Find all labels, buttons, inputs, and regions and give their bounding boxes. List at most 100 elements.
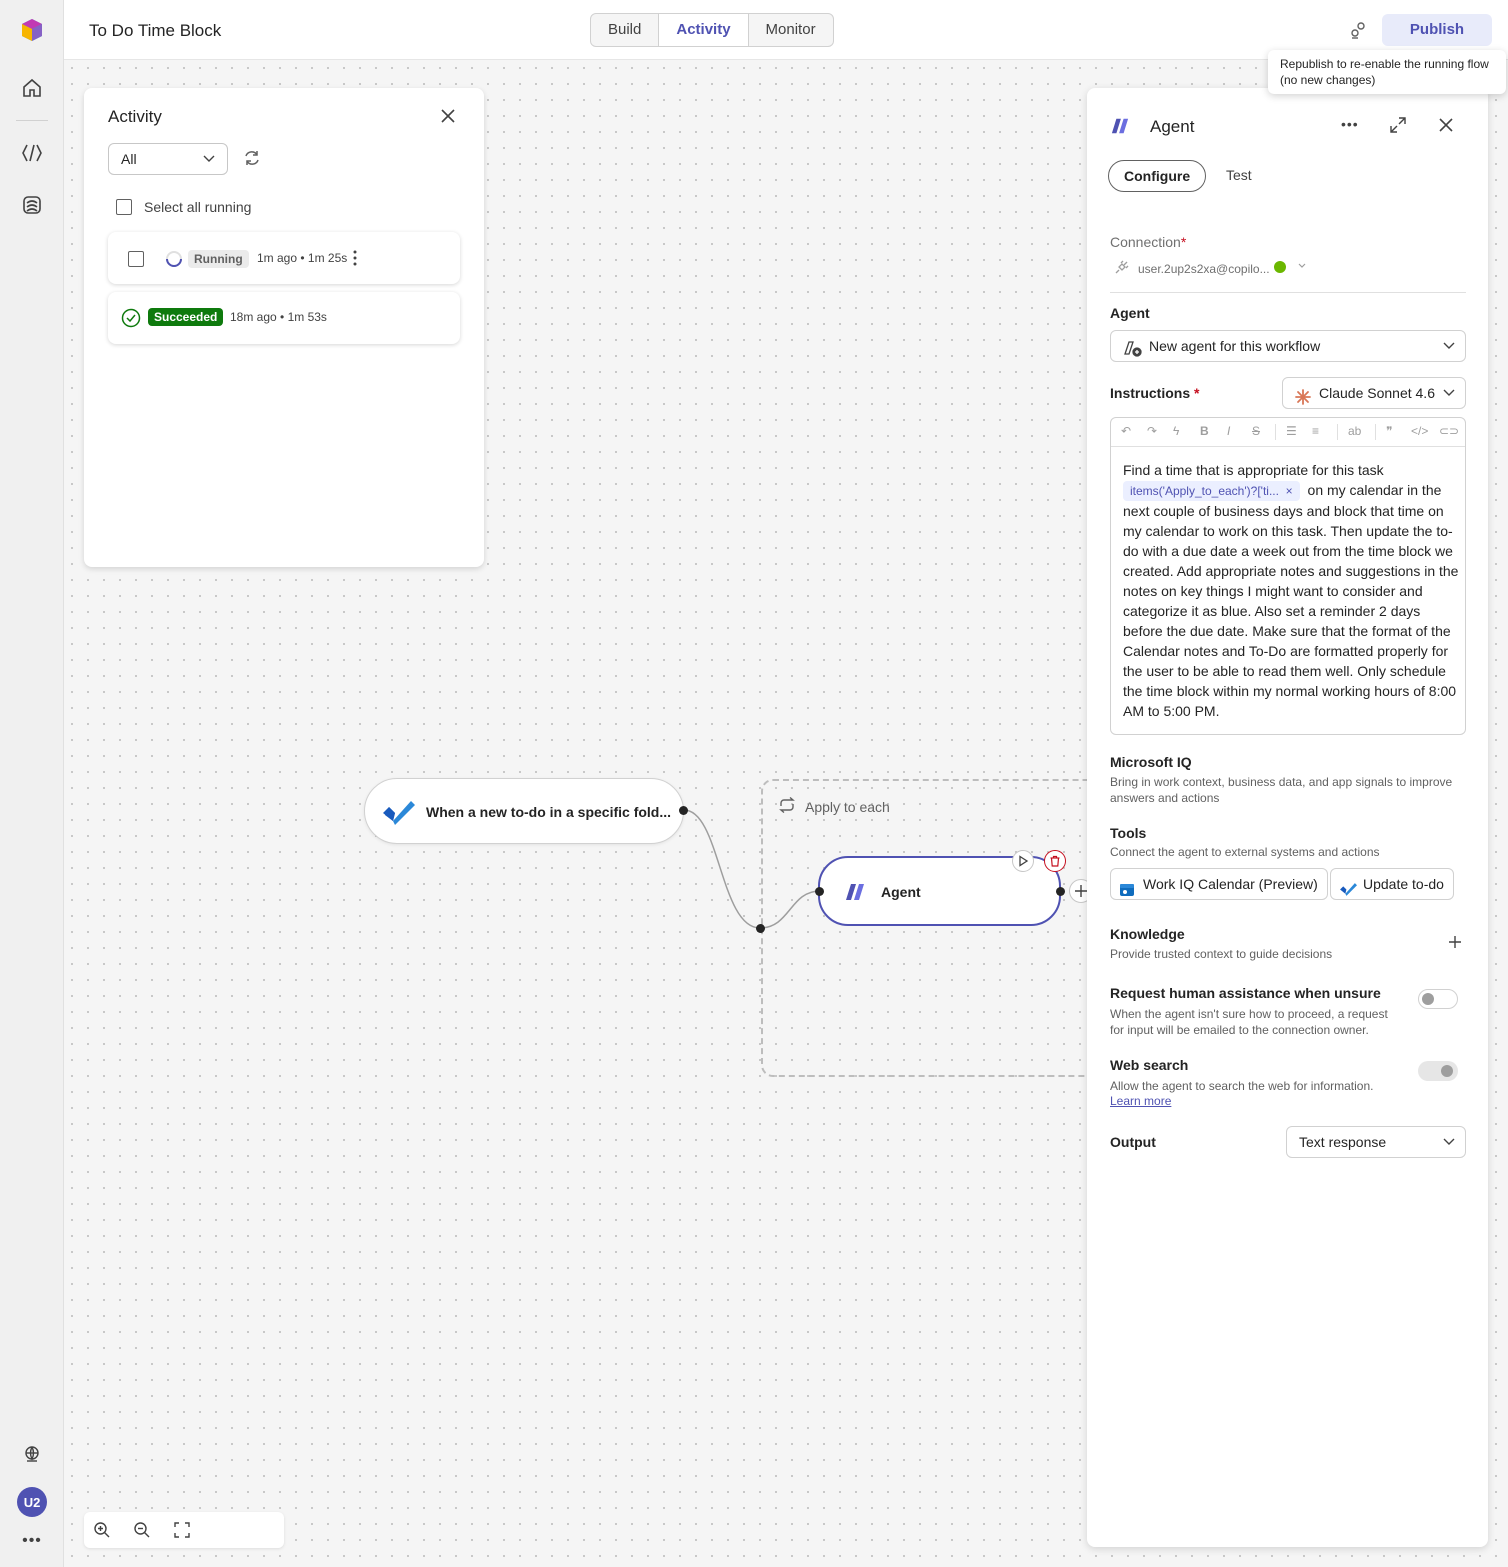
human-assist-label: Request human assistance when unsure	[1110, 985, 1381, 1001]
instructions-label: Instructions *	[1110, 385, 1200, 401]
toolbar-divider	[1337, 424, 1338, 440]
toolbar-divider	[1375, 424, 1376, 440]
agent-select[interactable]: New agent for this workflow	[1110, 330, 1466, 362]
bold-icon[interactable]: B	[1200, 424, 1209, 438]
plug-icon	[1114, 259, 1130, 280]
run-meta: 1m ago • 1m 25s	[257, 251, 348, 265]
web-search-desc: Allow the agent to search the web for in…	[1110, 1079, 1374, 1093]
expand-icon[interactable]	[1389, 116, 1407, 139]
run-checkbox[interactable]	[128, 251, 144, 267]
todo-check-icon	[381, 797, 415, 832]
chevron-down-icon	[203, 144, 215, 184]
agent-output-port[interactable]	[1056, 887, 1065, 896]
toggle-knob	[1422, 993, 1434, 1005]
fit-view-icon[interactable]	[173, 1521, 191, 1544]
calendar-icon	[1119, 877, 1135, 907]
tab-test[interactable]: Test	[1211, 160, 1267, 192]
claude-logo-icon	[1295, 385, 1311, 415]
run-item-succeeded[interactable]: Succeeded 18m ago • 1m 53s	[108, 292, 460, 344]
apply-to-each-container[interactable]: Apply to each	[761, 779, 1121, 1077]
delete-node-button[interactable]	[1044, 850, 1066, 872]
run-item-running[interactable]: Running 1m ago • 1m 25s	[108, 232, 460, 284]
check-circle-icon	[121, 308, 141, 333]
instructions-text: Find a time that is appropriate for this…	[1123, 460, 1459, 721]
trigger-output-port[interactable]	[679, 806, 688, 815]
knowledge-desc: Provide trusted context to guide decisio…	[1110, 947, 1333, 961]
connection-account[interactable]: user.2up2s2xa@copilo...	[1138, 262, 1270, 276]
apply-to-each-label: Apply to each	[805, 799, 890, 815]
tool-chip-label: Work IQ Calendar (Preview)	[1143, 876, 1318, 892]
select-all-label: Select all running	[144, 199, 252, 215]
instructions-text-rest: on my calendar in the next couple of bus…	[1123, 482, 1459, 719]
close-icon[interactable]	[1437, 116, 1455, 139]
select-all-checkbox[interactable]	[116, 199, 132, 215]
more-vertical-icon[interactable]	[352, 249, 358, 272]
tool-chip-update-todo[interactable]: Update to-do	[1330, 868, 1454, 900]
human-assist-desc: When the agent isn't sure how to proceed…	[1110, 1007, 1388, 1037]
zoom-controls	[84, 1512, 284, 1548]
quote-icon[interactable]: ❞	[1386, 424, 1392, 438]
zoom-in-icon[interactable]	[93, 1521, 111, 1544]
microsoft-iq-desc: Bring in work context, business data, an…	[1110, 775, 1453, 805]
more-options-icon[interactable]: •••	[1341, 116, 1359, 132]
status-badge: Running	[188, 250, 249, 268]
loading-spinner-icon	[164, 249, 184, 274]
toggle-knob	[1441, 1065, 1453, 1077]
plus-icon	[1075, 885, 1087, 897]
add-knowledge-icon[interactable]	[1448, 935, 1462, 954]
loop-input-port[interactable]	[756, 924, 765, 933]
run-node-button[interactable]	[1012, 850, 1034, 872]
italic-icon[interactable]: I	[1227, 424, 1230, 438]
output-label: Output	[1110, 1134, 1156, 1150]
web-search-toggle[interactable]	[1418, 1061, 1458, 1081]
chevron-down-icon	[1443, 331, 1455, 371]
status-filter-dropdown[interactable]: All	[108, 143, 228, 175]
new-agent-icon	[1123, 338, 1143, 368]
refresh-icon[interactable]	[242, 148, 262, 173]
link-icon[interactable]: ⊂⊃	[1439, 424, 1459, 438]
instructions-editor[interactable]: ↶ ↷ ϟ B I S ☰ ≡ ab ❞ </> ⊂⊃ Find a time …	[1110, 417, 1466, 735]
strikethrough-icon[interactable]: S	[1252, 424, 1260, 438]
output-select-value: Text response	[1299, 1134, 1387, 1150]
model-select[interactable]: Claude Sonnet 4.6	[1282, 377, 1466, 409]
divider	[1110, 292, 1466, 293]
undo-icon[interactable]: ↶	[1121, 424, 1131, 438]
chevron-down-icon[interactable]	[1297, 259, 1307, 278]
connection-label: Connection*	[1110, 234, 1187, 250]
todo-check-icon	[1339, 877, 1357, 907]
status-badge: Succeeded	[148, 308, 224, 326]
trigger-node[interactable]: When a new to-do in a specific fold...	[364, 778, 684, 844]
editor-toolbar: ↶ ↷ ϟ B I S ☰ ≡ ab ❞ </> ⊂⊃	[1111, 418, 1465, 447]
output-select[interactable]: Text response	[1286, 1126, 1466, 1158]
loop-icon	[778, 796, 796, 818]
learn-more-link[interactable]: Learn more	[1110, 1094, 1171, 1108]
bullet-list-icon[interactable]: ☰	[1286, 424, 1297, 438]
spellcheck-icon[interactable]: ab	[1348, 424, 1361, 438]
instructions-text-start: Find a time that is appropriate for this…	[1123, 462, 1384, 478]
code-icon[interactable]: </>	[1411, 424, 1428, 438]
activity-panel-title: Activity	[108, 107, 162, 126]
tools-label: Tools	[1110, 825, 1147, 841]
lightning-icon[interactable]: ϟ	[1173, 424, 1179, 438]
tool-chip-label: Update to-do	[1363, 876, 1444, 892]
close-icon[interactable]	[439, 107, 457, 130]
agent-config-panel: Agent ••• Configure Test Connection* use…	[1087, 88, 1488, 1547]
tool-chip-calendar[interactable]: Work IQ Calendar (Preview)	[1110, 868, 1328, 900]
agent-input-port[interactable]	[815, 887, 824, 896]
human-assist-toggle[interactable]	[1418, 989, 1458, 1009]
tools-desc: Connect the agent to external systems an…	[1110, 845, 1380, 859]
tab-configure[interactable]: Configure	[1108, 160, 1207, 192]
trigger-label: When a new to-do in a specific fold...	[426, 804, 672, 820]
trash-icon	[1050, 855, 1060, 867]
zoom-out-icon[interactable]	[133, 1521, 151, 1544]
status-filter-value: All	[121, 151, 137, 167]
dynamic-content-token[interactable]: items('Apply_to_each')?['ti... ×	[1123, 481, 1300, 501]
remove-token-icon[interactable]: ×	[1282, 484, 1293, 498]
agent-icon	[1110, 117, 1130, 140]
connection-ok-icon	[1274, 261, 1286, 273]
agent-node-label: Agent	[881, 884, 921, 900]
numbered-list-icon[interactable]: ≡	[1312, 424, 1319, 438]
publish-tooltip: Republish to re-enable the running flow …	[1268, 50, 1506, 94]
redo-icon[interactable]: ↷	[1147, 424, 1157, 438]
model-select-value: Claude Sonnet 4.6	[1319, 385, 1435, 401]
